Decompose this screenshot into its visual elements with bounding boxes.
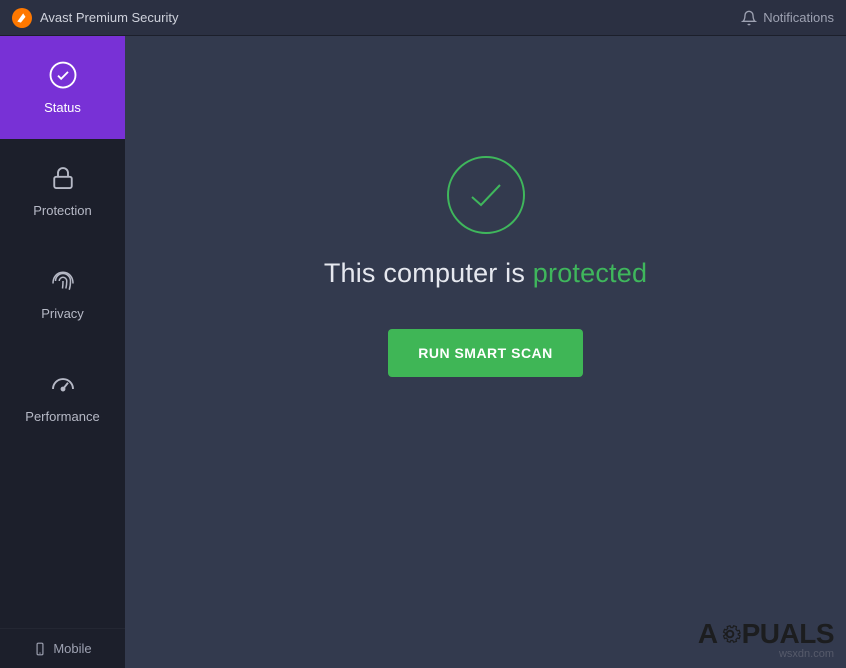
app-title: Avast Premium Security [40,10,178,25]
status-panel: This computer is protected RUN SMART SCA… [125,36,846,377]
notifications-label: Notifications [763,10,834,25]
status-text-highlight: protected [533,258,647,288]
sidebar-label-privacy: Privacy [41,306,84,321]
mobile-icon [33,642,47,656]
sidebar-label-protection: Protection [33,203,92,218]
gauge-icon [48,369,78,399]
content-area: This computer is protected RUN SMART SCA… [125,36,846,668]
sidebar-item-privacy[interactable]: Privacy [0,242,125,345]
titlebar: Avast Premium Security Notifications [0,0,846,36]
sidebar-label-mobile: Mobile [53,641,91,656]
sidebar-spacer [0,448,125,628]
gear-icon [719,623,741,645]
status-circle [447,156,525,234]
sidebar-label-status: Status [44,100,81,115]
sidebar: Status Protection Privacy [0,36,125,668]
sidebar-item-protection[interactable]: Protection [0,139,125,242]
run-smart-scan-button[interactable]: RUN SMART SCAN [388,329,583,377]
sidebar-item-status[interactable]: Status [0,36,125,139]
lock-icon [48,163,78,193]
watermark-brand-suffix: PUALS [742,618,834,650]
fingerprint-icon [48,266,78,296]
notifications-button[interactable]: Notifications [741,10,834,26]
sidebar-item-performance[interactable]: Performance [0,345,125,448]
bell-icon [741,10,757,26]
watermark: A PUALS wsxdn.com [698,618,834,660]
check-circle-icon [48,60,78,90]
checkmark-icon [466,179,506,211]
watermark-brand-prefix: A [698,618,718,650]
titlebar-left: Avast Premium Security [12,8,178,28]
watermark-brand: A PUALS [698,618,834,650]
sidebar-item-mobile[interactable]: Mobile [0,628,125,668]
main-layout: Status Protection Privacy [0,36,846,668]
avast-logo-icon [12,8,32,28]
status-text: This computer is protected [324,258,647,289]
status-text-prefix: This computer is [324,258,533,288]
sidebar-label-performance: Performance [25,409,99,424]
